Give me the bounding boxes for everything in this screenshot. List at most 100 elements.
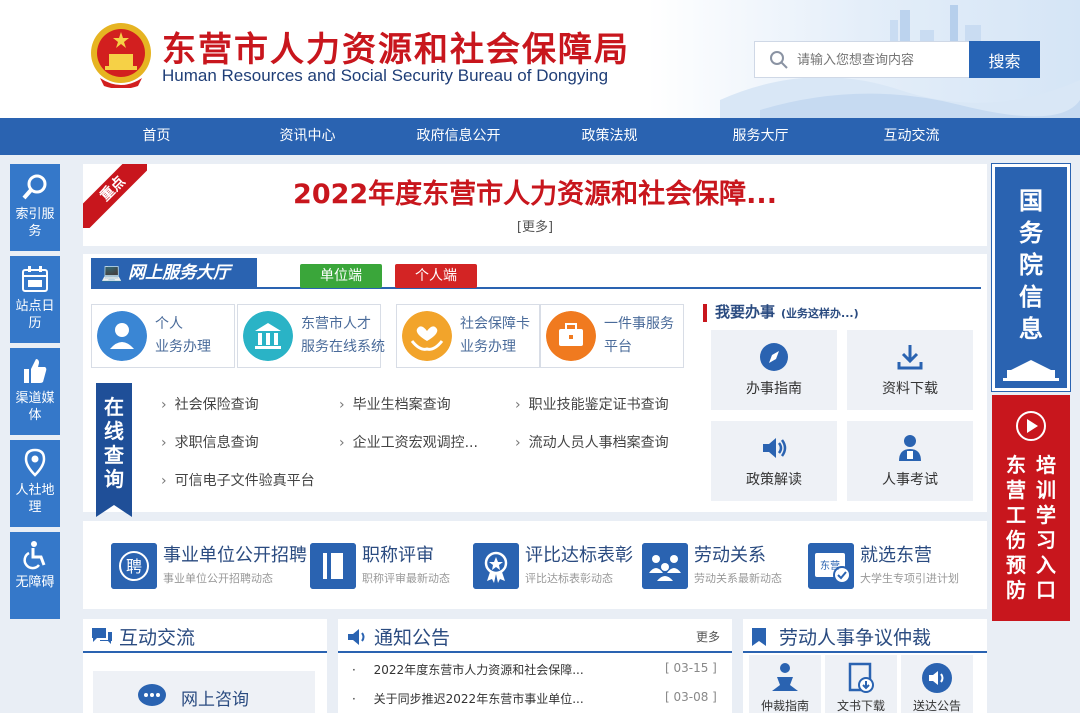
category-subtitle: 事业单位公开招聘动态 (163, 572, 273, 585)
todo-title-text: 我要办事 (715, 303, 776, 321)
query-personnel-archive[interactable]: 流动人员人事档案查询 (515, 432, 669, 452)
location-pin-icon (24, 448, 46, 477)
document-download-icon (848, 662, 874, 693)
card-line1: 一件事服务 (604, 316, 674, 332)
state-council-info-text: 国务院信息 (1019, 187, 1043, 343)
exam-person-icon (899, 435, 921, 461)
consult-bubble-icon (138, 684, 166, 706)
notice-text: 关于同步推迟2022年东营市事业单位... (373, 692, 584, 706)
sidebar-item-index[interactable]: 索引服务 (10, 164, 60, 251)
todo-hint[interactable]: (业务这样办...) (781, 307, 859, 320)
notice-more-link[interactable]: 更多 (696, 628, 720, 645)
online-consult-label: 网上咨询 (181, 690, 249, 710)
todo-label: 人事考试 (882, 472, 938, 488)
todo-label: 政策解读 (746, 472, 802, 488)
unit-portal-button[interactable]: 单位端 (300, 264, 382, 288)
search-icon (22, 174, 47, 200)
panel-header: 互动交流 (83, 619, 327, 653)
download-icon (897, 345, 923, 370)
nav-news[interactable]: 资讯中心 (232, 118, 383, 155)
query-enterprise-wage[interactable]: 企业工资宏观调控... (339, 432, 478, 452)
query-e-document-verify[interactable]: 可信电子文件验真平台 (161, 470, 315, 490)
category-title: 劳动关系 (694, 545, 766, 566)
sidebar-item-media[interactable]: 渠道媒体 (10, 348, 60, 435)
sidebar-item-label: 渠道媒体 (15, 391, 55, 423)
panel-title: 通知公告 (374, 627, 451, 649)
arbitration-documents[interactable]: 文书下载 (825, 655, 897, 713)
social-security-card-card[interactable]: 社会保障卡 业务办理 (396, 304, 540, 368)
work-injury-prevention-link[interactable]: 东营工伤预防 培训学习入口 (992, 395, 1070, 621)
card-line2: 服务在线系统 (301, 339, 385, 355)
panel-header: 通知公告 更多 (338, 619, 732, 653)
laptop-icon: 💻 (101, 263, 123, 283)
category-title: 评比达标表彰 (525, 545, 633, 566)
notice-item[interactable]: 2022年度东营市人力资源和社会保障... [ 03-15 ] (352, 661, 717, 678)
headline-banner: 重点 2022年度东营市人力资源和社会保障... [更多] (83, 164, 987, 246)
nav-service-hall[interactable]: 服务大厅 (685, 118, 836, 155)
national-emblem-icon (91, 23, 151, 88)
todo-download[interactable]: 资料下载 (847, 330, 973, 410)
online-service-hall: 💻 网上服务大厅 单位端 个人端 个人 业务办理 东营市人才服务在线系统 社会保障… (83, 254, 987, 517)
query-skill-certificate[interactable]: 职业技能鉴定证书查询 (515, 394, 669, 414)
notice-text: 2022年度东营市人力资源和社会保障... (373, 663, 584, 677)
training-entry-text: 培训学习入口 (1036, 453, 1056, 602)
right-float-bar: 国务院信息 东营工伤预防 培训学习入口 (991, 163, 1071, 621)
arbitration-tile-label: 送达公告 (912, 699, 961, 713)
card-line2: 平台 (604, 339, 632, 355)
sidebar-item-calendar[interactable]: 站点日历 (10, 256, 60, 343)
personal-portal-button[interactable]: 个人端 (395, 264, 477, 288)
chat-icon (92, 628, 112, 644)
search-button[interactable]: 搜索 (969, 41, 1040, 78)
announcement-icon (922, 663, 952, 693)
todo-personnel-exam[interactable]: 人事考试 (847, 421, 973, 501)
person-icon (97, 311, 147, 361)
sidebar-item-geography[interactable]: 人社地理 (10, 440, 60, 527)
notice-date: [ 03-15 ] (665, 661, 717, 675)
headline-title[interactable]: 2022年度东营市人力资源和社会保障... (83, 172, 987, 211)
service-hall-tab-label: 网上服务大厅 (128, 263, 231, 283)
todo-guide[interactable]: 办事指南 (711, 330, 837, 410)
todo-title: 我要办事 (业务这样办...) (703, 304, 859, 322)
online-query-tag: 在线查询 (96, 383, 132, 517)
one-thing-service-card[interactable]: 一件事服务 平台 (540, 304, 684, 368)
arbitration-guide[interactable]: 仲裁指南 (749, 655, 821, 713)
personal-business-card[interactable]: 个人 业务办理 (91, 304, 235, 368)
talent-service-card[interactable]: 东营市人才服务在线系统 (237, 304, 385, 368)
notice-item[interactable]: 关于同步推迟2022年东营市事业单位... [ 03-08 ] (352, 690, 717, 707)
search-input[interactable] (797, 48, 965, 72)
site-subtitle: Human Resources and Social Security Bure… (162, 66, 609, 85)
nav-gov-info[interactable]: 政府信息公开 (383, 118, 534, 155)
nav-interaction[interactable]: 互动交流 (836, 118, 987, 155)
todo-label: 办事指南 (746, 381, 802, 397)
book-icon (310, 543, 356, 589)
search-icon (770, 51, 788, 69)
interaction-panel: 互动交流 网上咨询 (83, 619, 327, 713)
play-video-icon (1016, 411, 1046, 441)
main-nav: 首页 资讯中心 政府信息公开 政策法规 服务大厅 互动交流 (0, 118, 1080, 155)
category-subtitle: 大学生专项引进计划 (860, 572, 959, 585)
state-council-info-link[interactable]: 国务院信息 (991, 163, 1071, 392)
hands-heart-icon (402, 311, 452, 361)
compass-icon (760, 343, 788, 371)
sidebar-item-accessibility[interactable]: 无障碍 (10, 532, 60, 619)
query-job-info[interactable]: 求职信息查询 (161, 432, 259, 452)
speaker-icon (348, 629, 365, 645)
category-subtitle: 劳动关系最新动态 (694, 572, 782, 585)
query-social-insurance[interactable]: 社会保险查询 (161, 394, 259, 414)
sidebar-item-label: 站点日历 (15, 299, 55, 331)
card-line1: 东营市人才 (301, 316, 371, 332)
divider (91, 287, 981, 289)
todo-policy-interpretation[interactable]: 政策解读 (711, 421, 837, 501)
query-graduate-archive[interactable]: 毕业生档案查询 (339, 394, 451, 414)
people-icon (642, 543, 688, 589)
recruit-icon: 聘 (111, 543, 157, 589)
headline-more-link[interactable]: [更多] (83, 216, 987, 235)
arbitration-notices[interactable]: 送达公告 (901, 655, 973, 713)
nav-policy[interactable]: 政策法规 (534, 118, 685, 155)
service-hall-tab[interactable]: 💻 网上服务大厅 (91, 258, 257, 288)
panel-header: 劳动人事争议仲裁 (743, 619, 987, 653)
calendar-icon (22, 266, 48, 292)
online-consult-button[interactable]: 网上咨询 (93, 671, 315, 713)
arbitration-panel: 劳动人事争议仲裁 仲裁指南 文书下载 送达公告 (743, 619, 987, 713)
nav-home[interactable]: 首页 (81, 118, 232, 155)
